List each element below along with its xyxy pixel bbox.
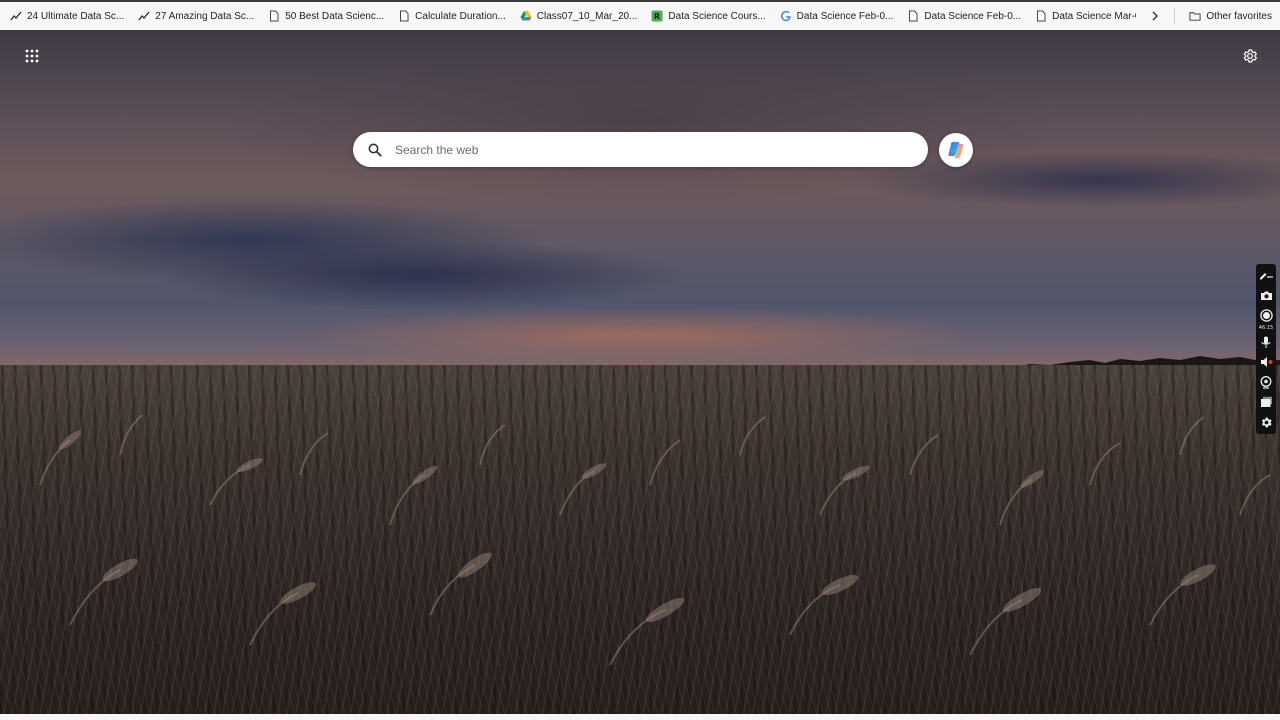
bookmark-label: Calculate Duration... (415, 10, 506, 22)
system-audio-button[interactable] (1257, 353, 1275, 371)
web-search-box[interactable] (353, 132, 928, 167)
drive-icon (520, 10, 532, 22)
bookmark-label: Class07_10_Mar_20... (536, 10, 638, 22)
trend-icon (138, 10, 150, 22)
bookmark-label: Data Science Feb-0... (924, 10, 1022, 22)
bookmark-item[interactable]: Data Science Feb-0... (901, 5, 1027, 27)
other-favorites-button[interactable]: Other favorites (1181, 5, 1280, 27)
recorder-settings-button[interactable] (1257, 413, 1275, 431)
grid-icon (25, 49, 39, 63)
gear-icon (1243, 49, 1257, 63)
gear-icon (1261, 417, 1272, 427)
bookmark-item[interactable]: Class07_10_Mar_20... (514, 5, 644, 27)
bookmark-label: 27 Amazing Data Sc... (155, 10, 255, 22)
google-icon (780, 10, 792, 22)
bookmark-item[interactable]: Calculate Duration... (392, 5, 512, 27)
record-icon (1259, 308, 1273, 322)
webcam-button[interactable] (1257, 373, 1275, 391)
page-icon (1035, 10, 1047, 22)
screen-recorder-toolbar: 46:15 (1256, 264, 1276, 434)
bookmark-item[interactable]: Data Science Feb-0... (774, 5, 900, 27)
copilot-icon (948, 142, 964, 158)
microphone-icon (1261, 336, 1271, 348)
screenshot-button[interactable] (1257, 286, 1275, 304)
copilot-button[interactable] (939, 133, 973, 167)
bookmarks-bar: 24 Ultimate Data Sc... 27 Amazing Data S… (0, 0, 1280, 30)
svg-text:R: R (654, 12, 660, 21)
page-icon (398, 10, 410, 22)
folder-icon (1189, 10, 1201, 22)
window-stack-icon (1260, 396, 1272, 407)
bookmark-label: Data Science Feb-0... (796, 10, 894, 22)
bookmark-label: 24 Ultimate Data Sc... (27, 10, 125, 22)
more-bookmarks-button[interactable] (1144, 5, 1166, 27)
r-icon: R (651, 10, 663, 22)
bookmark-item[interactable]: R Data Science Cours... (645, 5, 771, 27)
bookmark-label: 50 Best Data Scienc... (285, 10, 385, 22)
pencil-dots-icon (1260, 273, 1273, 280)
bookmark-item[interactable]: 24 Ultimate Data Sc... (4, 5, 130, 27)
other-favorites-label: Other favorites (1206, 10, 1272, 22)
bookmark-label: Data Science Cours... (668, 10, 766, 22)
speaker-muted-icon (1260, 357, 1272, 367)
bookmark-item[interactable]: 27 Amazing Data Sc... (132, 5, 260, 27)
camera-icon (1260, 291, 1272, 300)
microphone-button[interactable] (1257, 333, 1275, 351)
browser-window: 24 Ultimate Data Sc... 27 Amazing Data S… (0, 0, 1280, 720)
page-icon (268, 10, 280, 22)
chevron-right-icon (1152, 11, 1159, 21)
bookmark-item[interactable]: Data Science Mar-0... (1029, 5, 1136, 27)
webcam-icon (1260, 375, 1272, 389)
bottom-edge (0, 714, 1280, 720)
record-button[interactable] (1257, 306, 1275, 324)
bookmark-item[interactable]: 50 Best Data Scienc... (262, 5, 390, 27)
window-capture-button[interactable] (1257, 393, 1275, 411)
bookmark-label: Data Science Mar-0... (1052, 10, 1136, 22)
search-input[interactable] (395, 134, 928, 165)
page-icon (907, 10, 919, 22)
recording-timer: 46:15 (1258, 325, 1274, 331)
recorder-menu-button[interactable] (1257, 266, 1275, 284)
bookmarks-list: 24 Ultimate Data Sc... 27 Amazing Data S… (0, 2, 1136, 30)
page-settings-button[interactable] (1237, 43, 1263, 69)
apps-launcher-button[interactable] (20, 44, 44, 68)
wheat-ears (39, 414, 1271, 666)
bookmarks-separator (1174, 8, 1176, 24)
search-icon (367, 142, 383, 158)
trend-icon (10, 10, 22, 22)
